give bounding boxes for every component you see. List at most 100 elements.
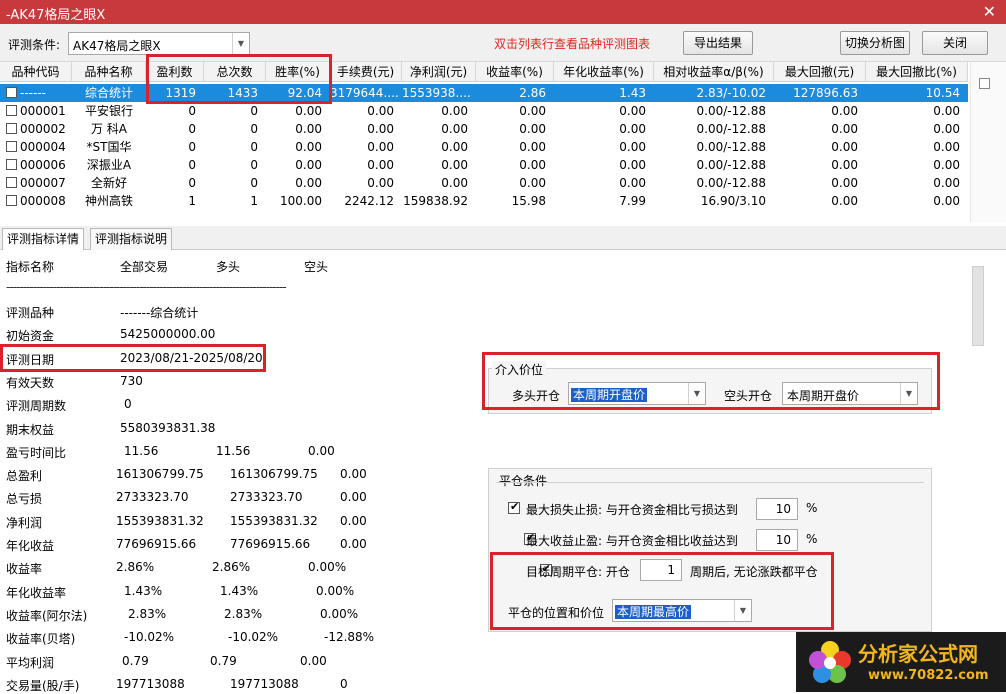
cell-text: 0.00 — [933, 194, 960, 208]
table-cell: 0.00 — [330, 120, 402, 138]
col-header-return[interactable]: 收益率(%) — [476, 62, 554, 82]
flower-icon — [809, 641, 851, 683]
close-button[interactable]: 关闭 — [922, 31, 988, 55]
cell-text: 0.00 — [295, 158, 322, 172]
cell-text: 0 — [188, 122, 196, 136]
col-header-relative-return[interactable]: 相对收益率α/β(%) — [654, 62, 774, 82]
col-header-fee[interactable]: 手续费(元) — [330, 62, 402, 82]
row-checkbox[interactable] — [6, 105, 17, 116]
cell-text: 16.90/3.10 — [700, 194, 766, 208]
condition-value: AK47格局之眼X — [73, 39, 161, 53]
row-checkbox[interactable] — [6, 87, 17, 98]
export-button[interactable]: 导出结果 — [683, 31, 753, 55]
col-header-wins[interactable]: 盈利数 — [146, 62, 204, 82]
table-row[interactable]: 000002 万 科A 0 0 0.00 0.00 0.00 0.00 0.00 0.00/-12… — [0, 120, 968, 138]
cell-text: 0.00 — [831, 104, 858, 118]
table-row[interactable]: 000007 全新好 0 0 0.00 0.00 0.00 0.00 0.00 0.00/-12.… — [0, 174, 968, 192]
col-header-winrate[interactable]: 胜率(%) — [266, 62, 330, 82]
table-cell: 综合统计 — [72, 84, 146, 102]
table-cell: 0.00 — [554, 156, 654, 174]
table-cell: 0 — [204, 138, 266, 156]
chevron-down-icon[interactable]: ▼ — [900, 383, 917, 404]
chevron-down-icon[interactable]: ▼ — [734, 600, 751, 621]
detail-header-1: 全部交易 — [120, 260, 169, 274]
cell-text: 1553938.... — [402, 86, 471, 100]
col-header-annual-return[interactable]: 年化收益率(%) — [554, 62, 654, 82]
table-cell: 0 — [204, 174, 266, 192]
table-cell: 0.00 — [476, 102, 554, 120]
metric-value: 0 — [124, 397, 132, 412]
cell-text: 000004 — [20, 140, 66, 154]
row-checkbox[interactable] — [6, 177, 17, 188]
long-entry-label: 多头开仓 — [512, 389, 561, 403]
table-cell: 1 — [204, 192, 266, 210]
table-row[interactable]: 000001 平安银行 0 0 0.00 0.00 0.00 0.00 0.00 0.00/-12… — [0, 102, 968, 120]
cell-text: 0.00 — [295, 122, 322, 136]
take-profit-input[interactable]: 10 — [756, 529, 798, 551]
table-row[interactable]: 000006 深振业A 0 0 0.00 0.00 0.00 0.00 0.00 0.00/-12… — [0, 156, 968, 174]
table-scrollbar[interactable] — [970, 62, 1006, 222]
switch-chart-button[interactable]: 切换分析图 — [840, 31, 910, 55]
table-cell: ------ — [0, 84, 72, 102]
row-checkbox[interactable] — [6, 195, 17, 206]
row-checkbox[interactable] — [6, 141, 17, 152]
table-cell: *ST国华 — [72, 138, 146, 156]
chevron-down-icon[interactable]: ▼ — [232, 33, 249, 54]
cell-text: 000007 — [20, 176, 66, 190]
col-header-net-profit[interactable]: 净利润(元) — [402, 62, 476, 82]
tab-indicator-details[interactable]: 评测指标详情 — [2, 228, 85, 251]
condition-select[interactable]: AK47格局之眼X ▼ — [68, 32, 250, 55]
tab-indicator-description[interactable]: 评测指标说明 — [90, 228, 173, 250]
results-table[interactable]: 品种代码 品种名称 盈利数 总次数 胜率(%) 手续费(元) 净利润(元) 收益… — [0, 62, 968, 222]
metric-value: 2.83% — [224, 606, 263, 621]
table-cell: 0 — [146, 174, 204, 192]
metric-value: 197713088 — [230, 676, 299, 691]
table-cell: 0.00 — [554, 102, 654, 120]
col-header-max-drawdown-ratio[interactable]: 最大回撤比(%) — [866, 62, 968, 82]
scroll-checkbox[interactable] — [979, 78, 990, 89]
table-cell: 10.54 — [866, 84, 968, 102]
table-cell: 000002 — [0, 120, 72, 138]
table-row[interactable]: 000004 *ST国华 0 0 0.00 0.00 0.00 0.00 0.00 0.00/-1… — [0, 138, 968, 156]
table-cell: 2.83/-10.02 — [654, 84, 774, 102]
target-period-input[interactable]: 1 — [640, 559, 682, 581]
row-checkbox[interactable] — [6, 159, 17, 170]
exit-position-select[interactable]: 本周期最高价 ▼ — [612, 599, 752, 622]
table-cell: 0.00 — [330, 138, 402, 156]
table-cell: 0.00/-12.88 — [654, 156, 774, 174]
cell-text: 000006 — [20, 158, 66, 172]
close-icon[interactable]: ✕ — [983, 2, 996, 21]
short-entry-select[interactable]: 本周期开盘价 ▼ — [782, 382, 918, 405]
table-row[interactable]: 000008 神州高铁 1 1 100.00 2242.12 159838.92 15.98 7… — [0, 192, 968, 210]
detail-scrollbar[interactable] — [972, 266, 984, 346]
metric-value: -10.02% — [228, 630, 279, 645]
long-entry-select[interactable]: 本周期开盘价 ▼ — [568, 382, 706, 405]
long-entry-value: 本周期开盘价 — [571, 388, 648, 402]
cell-text: 0 — [250, 176, 258, 190]
cell-text: 0.00 — [619, 140, 646, 154]
table-cell: 0.00 — [330, 156, 402, 174]
chevron-down-icon[interactable]: ▼ — [688, 383, 705, 404]
stop-loss-input[interactable]: 10 — [756, 498, 798, 520]
table-cell: 000007 — [0, 174, 72, 192]
table-cell: 1.43 — [554, 84, 654, 102]
col-header-max-drawdown[interactable]: 最大回撤(元) — [774, 62, 866, 82]
col-header-code[interactable]: 品种代码 — [0, 62, 72, 82]
cell-text: 92.04 — [287, 86, 322, 100]
cell-text: 0.00 — [519, 158, 546, 172]
metric-value: 0.00% — [320, 606, 359, 621]
table-row[interactable]: ------ 综合统计 1319 1433 92.04 3179644.... 155393… — [0, 84, 968, 102]
metric-label: 收益率(阿尔法) — [6, 608, 88, 623]
table-cell: 2242.12 — [330, 192, 402, 210]
row-checkbox[interactable] — [6, 123, 17, 134]
exit-group-label: 平仓条件 — [496, 472, 551, 489]
col-header-name[interactable]: 品种名称 — [72, 62, 146, 82]
cell-text: 0.00 — [441, 122, 468, 136]
metric-value: 0.00 — [340, 467, 367, 482]
stop-loss-checkbox[interactable] — [508, 500, 520, 514]
table-cell: 1 — [146, 192, 204, 210]
metric-value: 155393831.32 — [116, 513, 204, 528]
metric-value: 5425000000.00 — [120, 327, 216, 342]
col-header-total[interactable]: 总次数 — [204, 62, 266, 82]
metric-label: 评测日期 — [6, 352, 55, 367]
